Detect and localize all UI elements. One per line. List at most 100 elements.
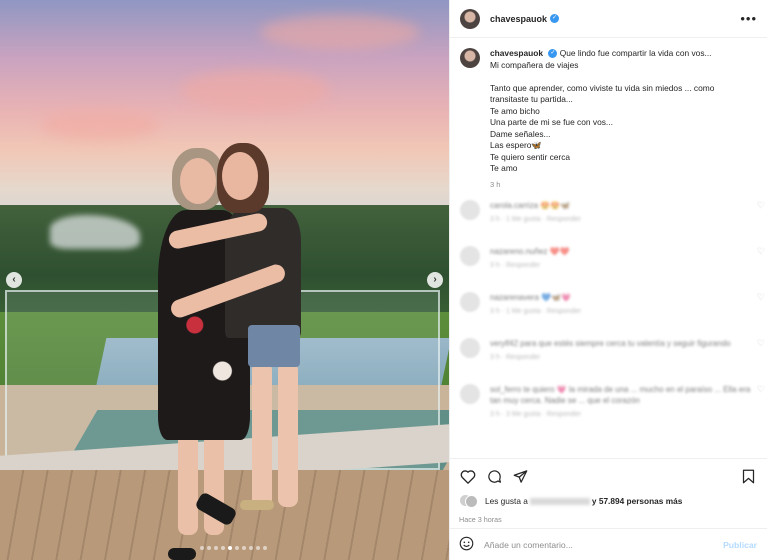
arrow-right-icon: › [433, 274, 437, 285]
photo-cloud [260, 15, 420, 50]
caption-time[interactable]: 3 h [490, 179, 714, 191]
comment-text: 😍😍🦋 [540, 201, 571, 210]
heart-icon[interactable]: ♡ [757, 200, 765, 211]
avatar[interactable] [460, 48, 480, 68]
photo-cloud [40, 110, 160, 140]
comment-user[interactable]: sol_ferro [490, 385, 521, 394]
heart-icon[interactable]: ♡ [757, 246, 765, 257]
likes-summary[interactable]: Les gusta a y 57.894 personas más [459, 494, 757, 508]
likes-prefix: Les gusta a [485, 496, 528, 506]
avatar[interactable] [460, 200, 480, 220]
comment-user[interactable]: carola.carriza [490, 201, 538, 210]
comment-text: 💙🦋💗 [541, 293, 572, 302]
comment-body: carola.carriza 😍😍🦋 3 h · 1 Me gusta · Re… [490, 200, 751, 225]
carousel-dot [242, 546, 246, 550]
photo-person-shorts [248, 325, 300, 367]
avatar[interactable] [460, 8, 480, 29]
avatar[interactable] [460, 384, 480, 404]
comment-text: ❤️❤️ [549, 247, 570, 256]
likes-avatars [459, 494, 478, 508]
carousel-next-button[interactable]: › [427, 272, 443, 288]
avatar [465, 495, 478, 508]
carousel-dot [235, 546, 239, 550]
photo-sandal [240, 500, 274, 510]
caption-line: Las espero🦋 [490, 140, 542, 150]
comment-input[interactable] [484, 539, 724, 550]
post-timestamp: Hace 3 horas [459, 515, 502, 524]
carousel-dot [200, 546, 204, 550]
caption-line: Que lindo fue compartir la vida con vos.… [559, 48, 712, 58]
comment-meta[interactable]: 3 h · Responder [490, 260, 751, 271]
heart-icon [460, 469, 476, 484]
post-actions: Les gusta a y 57.894 personas más Hace 3… [449, 458, 767, 524]
heart-icon[interactable]: ♡ [757, 338, 765, 349]
list-item: nazarenavera 💙🦋💗 3 h · 1 Me gusta · Resp… [460, 292, 765, 338]
photo-person-leg [178, 425, 198, 535]
post-photo[interactable]: ‹ › [0, 0, 449, 560]
photo-cloud [180, 70, 330, 110]
heart-icon[interactable]: ♡ [757, 384, 765, 395]
save-button[interactable] [739, 467, 757, 485]
carousel-dot [249, 546, 253, 550]
caption-line: Tanto que aprender, como viviste tu vida… [490, 82, 715, 93]
share-icon [513, 469, 527, 483]
photo-person-face [222, 152, 258, 200]
comment-list: carola.carriza 😍😍🦋 3 h · 1 Me gusta · Re… [460, 200, 765, 430]
caption-first-line: chavespauok ✓ Que lindo fue compartir la… [490, 48, 714, 60]
list-item: sol_ferro te quiero 💗 la mirada de una .… [460, 384, 765, 430]
photo-person-leg [252, 362, 272, 507]
comment-meta[interactable]: 3 h · 1 Me gusta · Responder [490, 306, 751, 317]
bookmark-icon [742, 469, 754, 483]
more-icon[interactable]: ••• [740, 11, 757, 26]
comment-text: te quiero 💗 la mirada de una ... mucho e… [490, 385, 751, 405]
comment-body: verylf42 para que estés siempre cerca tu… [490, 338, 751, 363]
caption-line: Te amo bicho [490, 105, 540, 116]
comment-body: sol_ferro te quiero 💗 la mirada de una .… [490, 384, 751, 420]
comment-meta[interactable]: 3 h · 1 Me gusta · Responder [490, 214, 751, 225]
caption-line: Te quiero sentir cerca [490, 151, 571, 162]
likes-count[interactable]: y 57.894 personas más [592, 496, 682, 506]
comment-text: para que estés siempre cerca tu valentía… [520, 339, 731, 348]
caption-line: Una parte de mi se fue con vos... [490, 117, 613, 127]
comment-body: nazarenavera 💙🦋💗 3 h · 1 Me gusta · Resp… [490, 292, 751, 317]
comment-button[interactable] [485, 467, 503, 485]
caption-line: Dame señales... [490, 128, 551, 139]
heart-icon[interactable]: ♡ [757, 292, 765, 303]
post-comment-button[interactable]: Publicar [723, 540, 757, 550]
caption-username[interactable]: chavespauok [490, 48, 543, 58]
comment-user[interactable]: nazareno.nuñez [490, 247, 547, 256]
photo-person-leg [278, 362, 298, 507]
comment-user[interactable]: verylf42 [490, 339, 518, 348]
carousel-dot [228, 546, 232, 550]
avatar[interactable] [460, 246, 480, 266]
photo-shoe [168, 548, 196, 560]
comment-icon [487, 469, 501, 483]
avatar[interactable] [460, 292, 480, 312]
verified-icon: ✓ [550, 14, 560, 23]
emoji-icon[interactable] [459, 536, 474, 553]
comment-meta[interactable]: 3 h · 3 Me gusta · Responder [490, 409, 751, 420]
arrow-left-icon: ‹ [12, 274, 16, 285]
like-button[interactable] [459, 467, 477, 485]
caption-line: Te amo [490, 163, 518, 173]
share-button[interactable] [511, 467, 529, 485]
caption-line: transitaste tu partida... [490, 94, 573, 104]
carousel-dots [200, 546, 267, 550]
list-item: verylf42 para que estés siempre cerca tu… [460, 338, 765, 384]
post-header: chavespauok ✓ ••• [450, 0, 767, 38]
caption-line: Mi compañera de viajes [490, 59, 579, 70]
comment-meta[interactable]: 3 h · Responder [490, 352, 751, 363]
list-item: nazareno.nuñez ❤️❤️ 3 h · Responder ♡ [460, 246, 765, 292]
likes-user-redacted[interactable] [529, 497, 590, 505]
post-username[interactable]: chavespauok [490, 14, 547, 24]
action-row [459, 467, 757, 485]
caption-body: chavespauok ✓ Que lindo fue compartir la… [490, 48, 714, 190]
comment-body: nazareno.nuñez ❤️❤️ 3 h · Responder [490, 246, 751, 271]
carousel-dot [214, 546, 218, 550]
comment-user[interactable]: nazarenavera [490, 293, 539, 302]
verified-icon: ✓ [548, 49, 558, 59]
comment-form: Publicar [449, 528, 767, 560]
carousel-prev-button[interactable]: ‹ [6, 272, 22, 288]
avatar[interactable] [460, 338, 480, 358]
carousel-dot [263, 546, 267, 550]
